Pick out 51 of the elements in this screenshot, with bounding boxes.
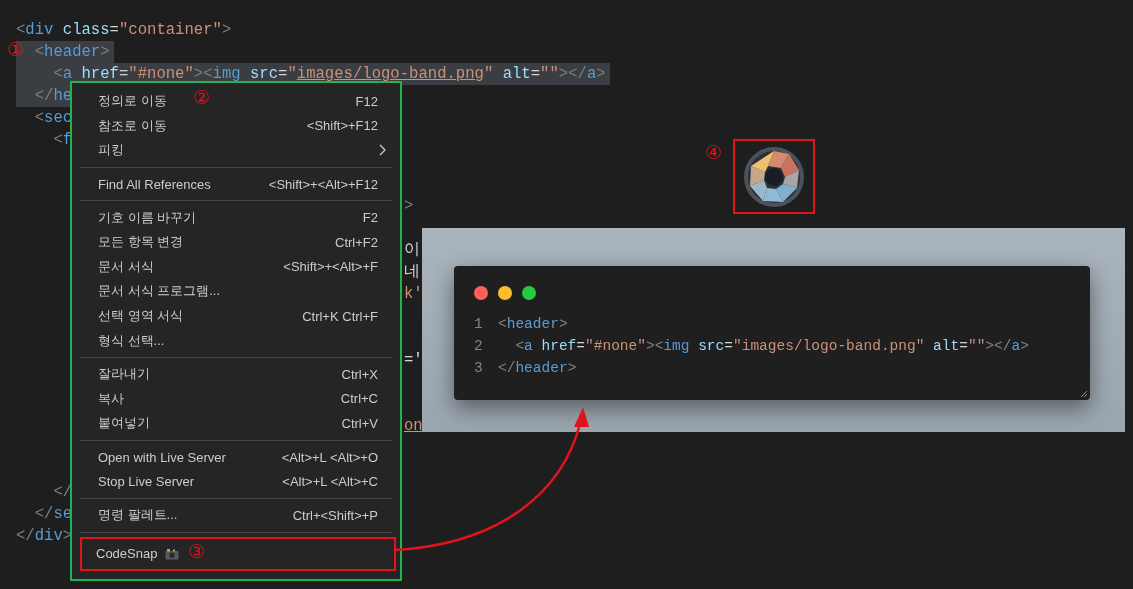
code-fragment: 이 [404, 240, 420, 261]
code-line: <sec [33, 108, 73, 129]
menu-item[interactable]: 잘라내기 [98, 365, 150, 384]
keyboard-shortcut: Ctrl+K Ctrl+F [302, 308, 378, 324]
annotation-number: ② [193, 86, 211, 108]
menu-item[interactable]: 명령 팔레트... [98, 506, 178, 525]
menu-item[interactable]: 복사 [98, 389, 124, 408]
keyboard-shortcut: F2 [362, 210, 378, 226]
keyboard-shortcut: <Shift>+<Alt>+F12 [268, 176, 378, 192]
keyboard-shortcut: <Shift>+<Alt>+F [283, 259, 378, 275]
code-fragment: on [404, 416, 423, 437]
menu-item[interactable]: 모든 항목 변경 [98, 233, 184, 252]
line-number: 2 [474, 337, 484, 356]
line-number: 3 [474, 359, 484, 378]
menu-item[interactable]: 문서 서식 프로그램... [98, 282, 221, 301]
menu-item[interactable]: Stop Live Server [98, 474, 195, 490]
keyboard-shortcut: Ctrl+X [341, 366, 378, 382]
line-number: 1 [474, 315, 484, 334]
code-line: <div class="container"> [16, 20, 232, 41]
menu-item[interactable]: 기호 이름 바꾸기 [98, 208, 197, 227]
menu-item[interactable]: Find All References [98, 176, 211, 192]
menu-item[interactable]: 피킹 [98, 141, 124, 160]
code-line: <a href="#none"><img src="images/logo-band.png" alt=""></a> [514, 337, 1029, 356]
annotation-number: ④ [705, 141, 723, 163]
menu-item[interactable]: Open with Live Server [98, 449, 226, 465]
annotation-number: ③ [188, 540, 206, 562]
chevron-right-icon [379, 144, 386, 157]
resize-grip-icon [1080, 390, 1088, 398]
keyboard-shortcut: <Alt>+L <Alt>+O [281, 449, 378, 465]
camera-icon [165, 547, 180, 560]
code-line: <header> [498, 315, 568, 334]
keyboard-shortcut: F12 [355, 93, 378, 109]
menu-item[interactable]: 정의로 이동 [98, 92, 167, 111]
code-fragment: k' [404, 284, 423, 305]
keyboard-shortcut: Ctrl+F2 [335, 234, 378, 250]
menu-item[interactable]: 선택 영역 서식 [98, 307, 184, 326]
keyboard-shortcut: Ctrl+<Shift>+P [292, 507, 378, 523]
code-line: </ [52, 482, 73, 503]
aperture-logo [743, 145, 805, 208]
keyboard-shortcut: <Shift>+F12 [306, 118, 378, 134]
menu-item[interactable]: 참조로 이동 [98, 116, 167, 135]
code-fragment: =' [404, 350, 423, 371]
menu-item[interactable]: 문서 서식 [98, 257, 154, 276]
keyboard-shortcut: Ctrl+C [340, 391, 378, 407]
menu-item[interactable]: 형식 선택... [98, 331, 165, 350]
menu-item[interactable]: 붙여넣기 [98, 414, 150, 433]
code-line: </header> [498, 359, 577, 378]
keyboard-shortcut: Ctrl+V [341, 415, 378, 431]
code-fragment: > [404, 196, 414, 217]
code-fragment: 네 [404, 262, 420, 283]
keyboard-shortcut: <Alt>+L <Alt>+C [282, 474, 378, 490]
